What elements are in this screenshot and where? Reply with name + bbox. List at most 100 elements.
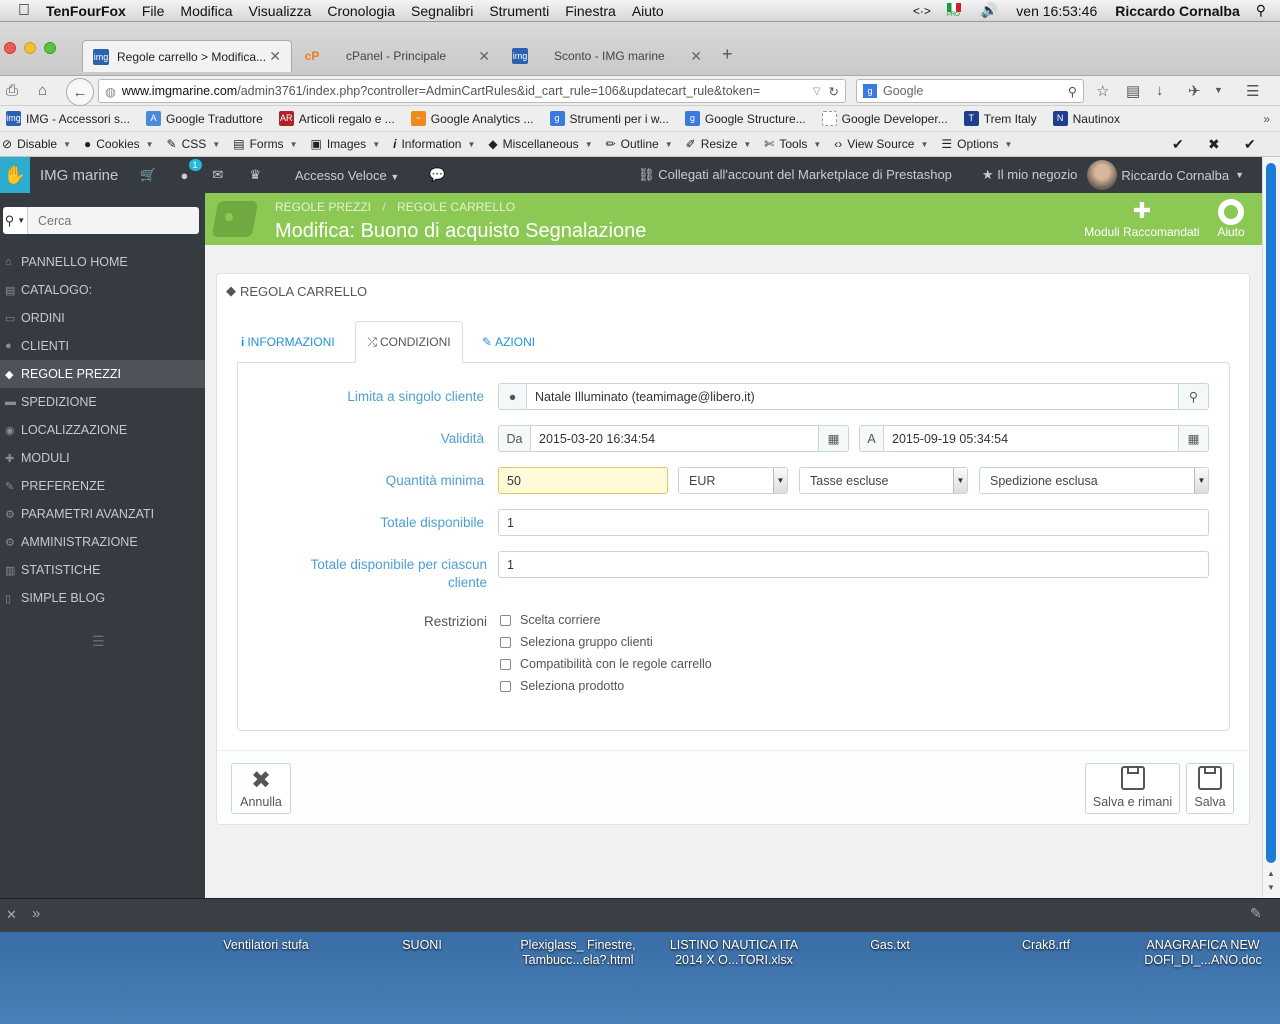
check-icon[interactable]: ✔ [1244,136,1256,153]
sidebar-item-amministrazione[interactable]: ⚙ Amministrazione [0,528,205,556]
bookmark-google-developers[interactable]: Google Developer... [821,111,948,126]
date-to-input[interactable]: 2015-09-19 05:34:54 [883,425,1179,452]
desktop-file[interactable]: Ventilatori stufa [191,938,341,953]
breadcrumb-item[interactable]: REGOLE CARRELLO [397,200,515,214]
close-window-icon[interactable] [4,42,16,54]
hamburger-menu-icon[interactable]: ☰ [1246,82,1259,100]
bookmark-google-analytics[interactable]: ~ Google Analytics ... [410,111,534,126]
checkbox-cart-rules[interactable]: Compatibilità con le regole carrello [500,657,712,671]
customer-search-button[interactable]: ⚲ [1178,383,1209,410]
calendar-to-button[interactable]: ▦ [1178,425,1209,452]
bookmarks-list-icon[interactable]: ▤ [1126,82,1140,100]
print-icon[interactable]: ⎙ [6,82,18,99]
chat-icon[interactable]: 💬 [429,167,445,183]
back-button[interactable]: ← [66,78,94,106]
apple-icon[interactable]:  [0,2,38,20]
scrollbar-thumb[interactable] [1266,163,1276,863]
sidebar-item-parametri-avanzati[interactable]: ⚙ Parametri avanzati [0,500,205,528]
total-per-customer-input[interactable]: 1 [498,551,1209,578]
url-bar[interactable]: ◍ www.imgmarine.com /admin3761/index.php… [98,79,846,103]
tab-informazioni[interactable]: i INFORMAZIONI [241,322,335,362]
bookmark-google-structured[interactable]: g Google Structure... [684,111,806,126]
help-button[interactable]: Aiuto [1211,197,1251,239]
tab-sconto[interactable]: img Sconto - IMG marine ✕ [502,40,712,72]
sidebar-item-regole-prezzi[interactable]: ◆ Regole prezzi [0,360,205,388]
sidebar-item-localizzazione[interactable]: ◉ Localizzazione [0,416,205,444]
addon-icon[interactable]: ✈ [1188,82,1201,100]
checkbox-customer-group[interactable]: Seleziona gruppo clienti [500,635,653,649]
dev-resize[interactable]: ✐ Resize ▼ [686,137,752,151]
menu-modifica[interactable]: Modifica [172,3,240,19]
desktop-file[interactable]: SUONI [347,938,497,953]
checkbox-carrier[interactable]: Scelta corriere [500,613,601,627]
menu-segnalibri[interactable]: Segnalibri [403,3,481,19]
app-menu[interactable]: TenFourFox [38,3,134,19]
sidebar-item-pannello-home[interactable]: ⌂ Pannello Home [0,248,205,276]
dev-miscellaneous[interactable]: ◆ Miscellaneous ▼ [488,137,592,151]
dev-information[interactable]: i Information ▼ [393,137,475,151]
new-tab-button[interactable]: + [722,44,733,65]
messages-icon[interactable]: ✉ [212,167,223,183]
save-and-stay-button[interactable]: Salva e rimani [1085,763,1180,814]
checkbox[interactable] [500,658,511,670]
menu-file[interactable]: File [134,3,173,19]
my-shop-link[interactable]: ★ Il mio negozio [982,167,1078,183]
save-button[interactable]: Salva [1186,763,1234,814]
bookmark-star-icon[interactable]: ☆ [1096,82,1109,100]
checkbox-product[interactable]: Seleziona prodotto [500,679,624,693]
bookmark-articoli-regalo[interactable]: AR Articoli regalo e ... [278,111,395,126]
currency-select[interactable]: EUR ▼ [678,467,788,494]
bookmark-img[interactable]: img IMG - Accessori s... [6,111,130,126]
trophy-icon[interactable]: ♛ [249,167,261,183]
desktop-file[interactable]: Plexiglass_ Finestre, Tambucc...ela?.html [503,938,653,968]
tax-select[interactable]: Tasse escluse ▼ [799,467,968,494]
sidebar-item-moduli[interactable]: ✚ Moduli [0,444,205,472]
close-icon[interactable]: ✕ [6,907,17,923]
dev-tools[interactable]: ✄ Tools ▼ [764,137,821,151]
menu-aiuto[interactable]: Aiuto [624,3,672,19]
sidebar-item-simple-blog[interactable]: ▯ Simple Blog [0,584,205,612]
checkbox[interactable] [500,614,511,626]
search-icon[interactable]: ⚲ [1068,84,1077,99]
marketplace-link[interactable]: ⛓ Collegati all'account del Marketplace … [638,167,952,183]
menu-strumenti[interactable]: Strumenti [481,3,557,19]
sidebar-item-statistiche[interactable]: ▥ Statistiche [0,556,205,584]
min-amount-input[interactable]: 50 [498,467,668,494]
console-prompt-icon[interactable]: » [32,905,40,922]
console-input[interactable] [50,905,1230,927]
total-available-input[interactable]: 1 [498,509,1209,536]
sidebar-item-ordini[interactable]: ▭ Ordini [0,304,205,332]
customers-icon[interactable]: ● 1 [181,158,202,183]
page-scrollbar[interactable]: ▲ ▼ [1262,157,1280,898]
recommended-modules-button[interactable]: ✚ Moduli Raccomandati [1077,197,1207,239]
bookmark-google-translate[interactable]: A Google Traduttore [146,111,263,126]
shipping-select[interactable]: Spedizione esclusa ▼ [979,467,1209,494]
quick-access-menu[interactable]: Accesso Veloce ▼ [295,168,399,183]
dev-options[interactable]: ☰ Options ▼ [941,137,1012,151]
sidebar-item-clienti[interactable]: ● Clienti [0,332,205,360]
search-bar[interactable]: g Google ⚲ [856,79,1084,103]
tab-azioni[interactable]: ✎ AZIONI [482,322,535,362]
shop-name[interactable]: IMG marine [40,167,118,184]
scroll-down-icon[interactable]: ▼ [1267,883,1275,892]
dev-images[interactable]: ▣ Images ▼ [310,137,380,151]
home-icon[interactable]: ⌂ [38,82,47,99]
close-icon[interactable]: ✖ [1208,136,1220,153]
desktop-file[interactable]: ANAGRAFICA NEW DOFI_DI_...ANO.doc [1128,938,1278,968]
dev-cookies[interactable]: ● Cookies ▼ [84,137,154,151]
tab-regole-carrello[interactable]: img Regole carrello > Modifica... ✕ [82,40,292,72]
dev-disable[interactable]: ⊘ Disable ▼ [2,137,71,151]
menu-visualizza[interactable]: Visualizza [241,3,320,19]
tab-condizioni[interactable]: ⤮ CONDIZIONI [355,321,463,363]
cart-icon[interactable]: 🛒 [140,167,156,183]
sidebar-item-spedizione[interactable]: ▬ Spedizione [0,388,205,416]
close-tab-icon[interactable]: ✕ [478,48,490,65]
search-type-button[interactable]: ⚲ ▼ [3,207,28,234]
menu-finestra[interactable]: Finestra [557,3,624,19]
checkbox[interactable] [500,636,511,648]
collapse-menu-icon[interactable]: ☰ [92,633,105,650]
reload-icon[interactable]: ↻ [829,84,839,99]
spotlight-icon[interactable]: ⚲ [1248,2,1280,19]
close-tab-icon[interactable]: ✕ [269,48,281,65]
more-bookmarks-icon[interactable]: » [1263,112,1270,126]
